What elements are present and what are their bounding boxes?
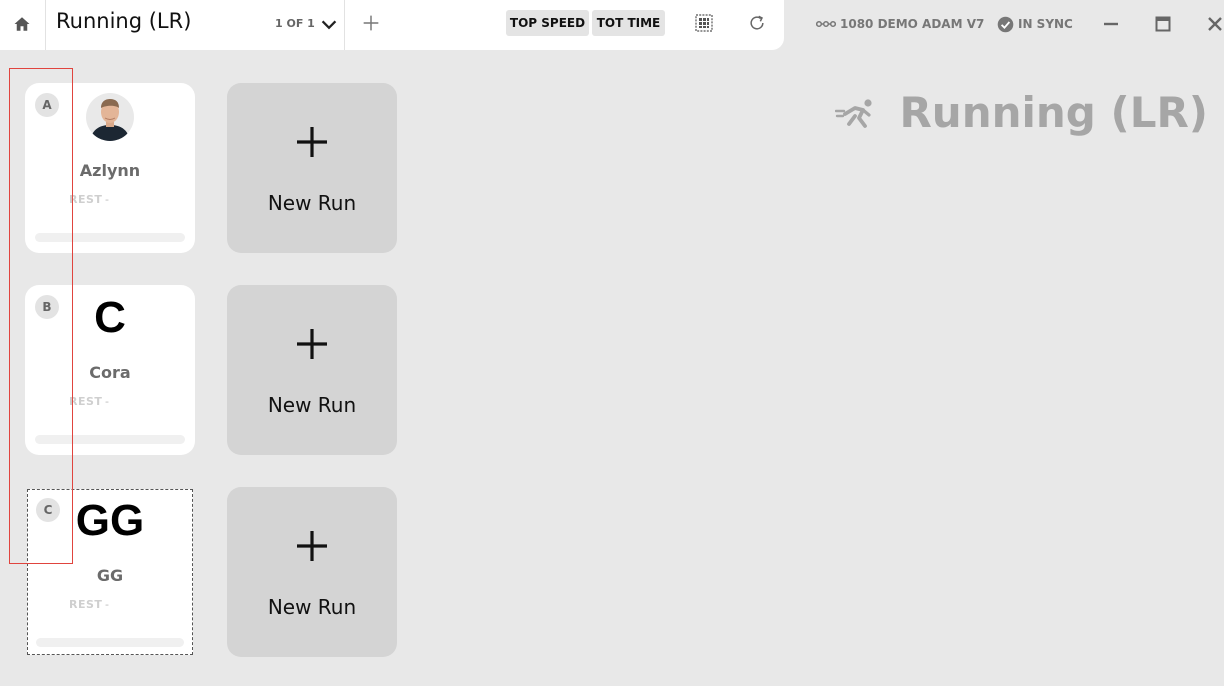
maximize-button[interactable]: [1151, 12, 1175, 36]
rest-label: REST: [69, 193, 103, 206]
minimize-icon: [1104, 22, 1118, 26]
avatar-initials: C: [94, 293, 126, 342]
top-speed-button[interactable]: TOP SPEED: [506, 10, 589, 36]
progress-bar: [35, 233, 185, 242]
rest-label: REST: [69, 395, 103, 408]
chevron-down-icon[interactable]: [318, 14, 340, 36]
refresh-icon[interactable]: [747, 13, 767, 33]
tot-time-button[interactable]: TOT TIME: [592, 10, 665, 36]
slot-badge: A: [35, 93, 59, 117]
sync-status: IN SYNC: [997, 0, 1073, 48]
athlete-name: Azlynn: [79, 161, 141, 180]
plus-icon: [297, 531, 327, 561]
new-run-label: New Run: [267, 191, 357, 215]
new-run-label: New Run: [267, 393, 357, 417]
device-link-icon: [816, 20, 836, 28]
progress-bar: [35, 435, 185, 444]
athlete-card-c[interactable]: C GG GG REST -: [27, 489, 193, 655]
grid-icon[interactable]: [694, 13, 714, 33]
maximize-icon: [1155, 16, 1171, 32]
rest-value: -: [105, 193, 109, 206]
rest-value: -: [105, 598, 109, 611]
add-icon[interactable]: [360, 12, 382, 34]
close-button[interactable]: [1203, 12, 1224, 36]
top-speed-label: TOP SPEED: [509, 16, 586, 30]
check-circle-icon: [997, 16, 1014, 32]
sync-status-label: IN SYNC: [1018, 17, 1073, 31]
new-run-button-b[interactable]: New Run: [227, 285, 397, 455]
new-run-button-c[interactable]: New Run: [227, 487, 397, 657]
activity-heading: Running (LR): [899, 88, 1208, 137]
device-indicator[interactable]: 1080 DEMO ADAM V7: [816, 0, 984, 48]
avatar-initials: GG: [75, 496, 145, 545]
minimize-button[interactable]: [1099, 12, 1123, 36]
athlete-card-a[interactable]: A Azlynn REST -: [25, 83, 195, 253]
close-icon: [1208, 17, 1222, 31]
activity-title: Running (LR): [56, 9, 192, 33]
athlete-card-b[interactable]: B C Cora REST -: [25, 285, 195, 455]
activity-header: Running (LR): [835, 88, 1208, 137]
tot-time-label: TOT TIME: [596, 16, 661, 30]
athlete-name: GG: [96, 566, 124, 585]
rest-label: REST: [69, 598, 103, 611]
home-button[interactable]: [0, 0, 44, 48]
runner-icon: [835, 98, 873, 128]
athlete-name: Cora: [89, 363, 131, 382]
progress-bar: [36, 638, 184, 647]
rest-value: -: [105, 395, 109, 408]
plus-icon: [297, 127, 327, 157]
activity-selector[interactable]: Running (LR) 1 OF 1: [45, 0, 345, 50]
home-icon: [14, 17, 30, 31]
new-run-label: New Run: [267, 595, 357, 619]
avatar: [86, 93, 134, 141]
plus-icon: [297, 329, 327, 359]
page-count: 1 OF 1: [275, 17, 315, 30]
top-bar: Running (LR) 1 OF 1 TOP SPEED TOT TIME: [0, 0, 784, 50]
new-run-button-a[interactable]: New Run: [227, 83, 397, 253]
device-name: 1080 DEMO ADAM V7: [840, 17, 985, 31]
